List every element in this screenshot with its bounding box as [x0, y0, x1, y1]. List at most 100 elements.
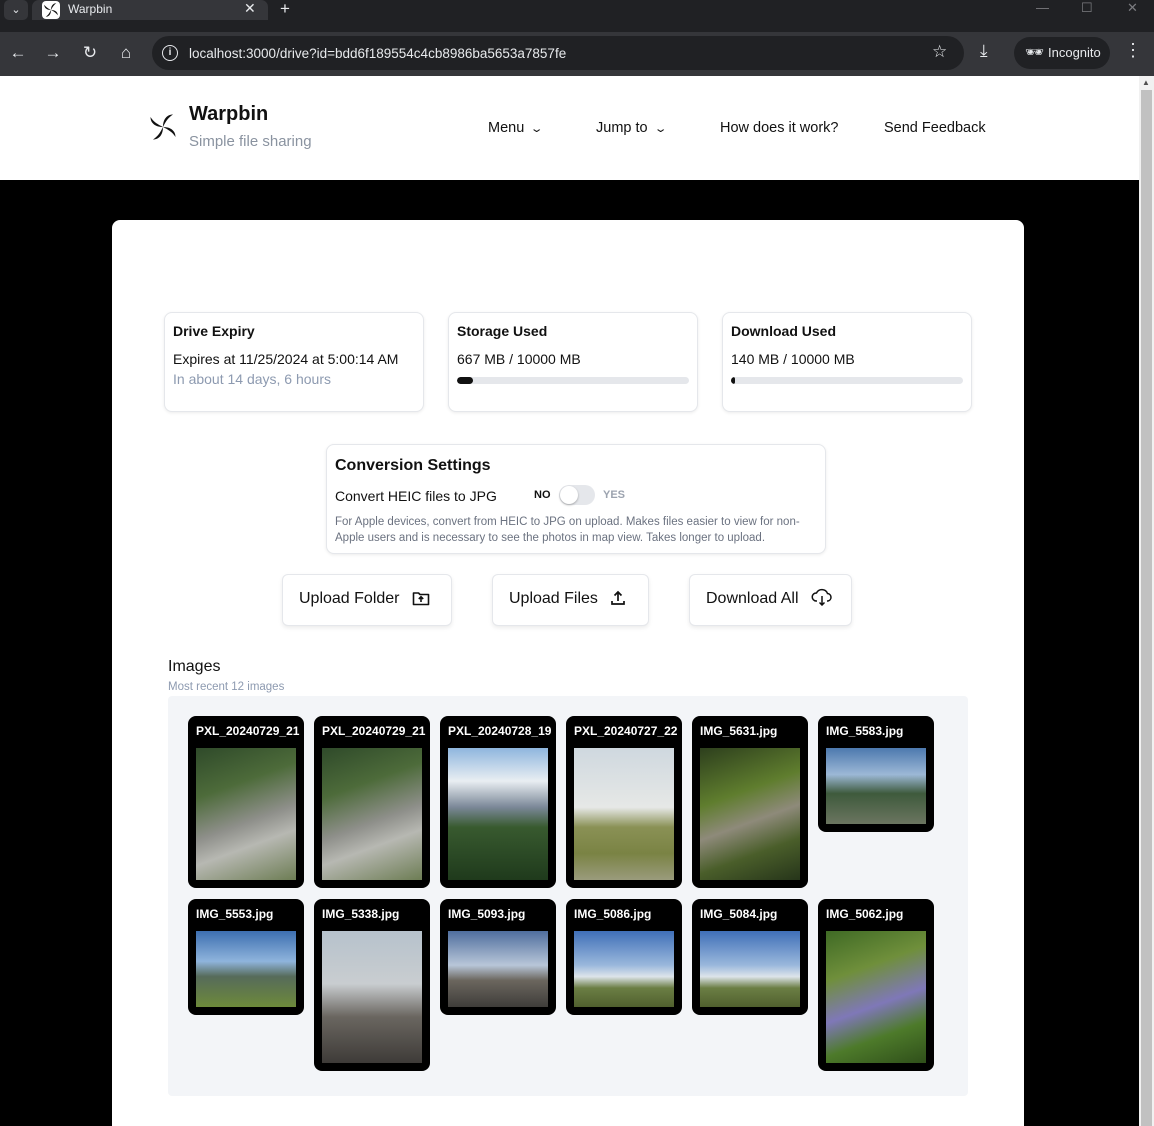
image-thumbnail[interactable] [700, 931, 800, 1007]
download-progress-bar [731, 377, 963, 384]
toggle-yes-label: YES [603, 489, 626, 501]
nav-jump-to-label: Jump to [596, 120, 648, 136]
image-tile[interactable]: IMG_5084.jpg [692, 899, 808, 1015]
scrollbar-thumb[interactable] [1141, 90, 1152, 1126]
incognito-icon: 🕶 [1025, 44, 1045, 61]
address-bar[interactable]: i localhost:3000/drive?id=bdd6f189554c4c… [152, 36, 964, 70]
new-tab-icon[interactable]: + [280, 0, 290, 19]
image-thumbnail[interactable] [826, 931, 926, 1063]
storage-progress-bar [457, 377, 689, 384]
upload-folder-label: Upload Folder [299, 590, 400, 607]
page-scrollbar[interactable]: ▲ [1139, 76, 1154, 1126]
back-arrow-icon[interactable]: ← [6, 41, 30, 65]
image-thumbnail[interactable] [826, 748, 926, 824]
image-thumbnail[interactable] [196, 748, 296, 880]
warpbin-favicon-icon [42, 1, 60, 19]
scroll-up-arrow-icon[interactable]: ▲ [1142, 78, 1150, 87]
storage-used-panel: Storage Used 667 MB / 10000 MB [448, 312, 698, 412]
download-icon[interactable]: ⤓ [980, 41, 988, 61]
image-thumbnail[interactable] [196, 931, 296, 1007]
drive-expiry-relative: In about 14 days, 6 hours [173, 371, 331, 387]
image-tile[interactable]: IMG_5086.jpg [566, 899, 682, 1015]
nav-menu-label: Menu [488, 120, 525, 136]
image-tile-name: IMG_5631.jpg [700, 724, 778, 738]
image-tile[interactable]: PXL_20240729_21 [314, 716, 430, 888]
warpbin-logo-icon[interactable] [148, 112, 178, 142]
image-tile[interactable]: IMG_5553.jpg [188, 899, 304, 1015]
window-close-icon[interactable]: ✕ [1127, 0, 1138, 16]
download-progress-fill [731, 377, 735, 384]
upload-folder-button[interactable]: Upload Folder [282, 574, 452, 626]
image-tile-name: IMG_5338.jpg [322, 907, 400, 921]
image-tile-name: PXL_20240729_21 [196, 724, 300, 738]
tab-search-button[interactable]: ⌄ [4, 0, 28, 20]
image-tile[interactable]: IMG_5062.jpg [818, 899, 934, 1071]
bookmark-star-icon[interactable]: ☆ [932, 42, 947, 62]
image-thumbnail[interactable] [700, 748, 800, 880]
images-heading: Images [168, 658, 221, 675]
tab-title: Warpbin [68, 2, 113, 16]
more-menu-icon[interactable]: ⋮ [1124, 40, 1142, 61]
drive-expiry-panel: Drive Expiry Expires at 11/25/2024 at 5:… [164, 312, 424, 412]
upload-icon [611, 590, 626, 605]
image-tile-name: IMG_5553.jpg [196, 907, 274, 921]
cloud-download-icon [811, 588, 832, 606]
chevron-down-icon: ⌄ [653, 123, 668, 135]
image-tile[interactable]: PXL_20240729_21 [188, 716, 304, 888]
incognito-label: Incognito [1048, 45, 1101, 60]
image-thumbnail[interactable] [322, 931, 422, 1063]
browser-tab-strip: ⌄ Warpbin ✕ + — ☐ ✕ [0, 0, 1154, 32]
site-header: Warpbin Simple file sharing Menu ⌄ Jump t… [0, 76, 1139, 180]
upload-files-button[interactable]: Upload Files [492, 574, 649, 626]
image-tile[interactable]: IMG_5093.jpg [440, 899, 556, 1015]
browser-tab[interactable]: Warpbin ✕ [32, 0, 268, 20]
incognito-badge[interactable]: 🕶 Incognito [1014, 37, 1110, 69]
image-tile-name: PXL_20240729_21 [322, 724, 426, 738]
image-tile-name: IMG_5093.jpg [448, 907, 526, 921]
conversion-settings-panel: Conversion Settings Convert HEIC files t… [326, 444, 826, 554]
nav-jump-to[interactable]: Jump to ⌄ [596, 120, 668, 136]
brand-tagline: Simple file sharing [189, 133, 312, 150]
nav-send-feedback[interactable]: Send Feedback [884, 120, 986, 136]
image-tile-name: IMG_5086.jpg [574, 907, 652, 921]
site-info-icon[interactable]: i [162, 45, 178, 61]
image-tile[interactable]: PXL_20240728_19 [440, 716, 556, 888]
nav-menu[interactable]: Menu ⌄ [488, 120, 544, 136]
convert-heic-label: Convert HEIC files to JPG [335, 488, 497, 504]
browser-toolbar: ← → ↻ ⌂ i localhost:3000/drive?id=bdd6f1… [0, 32, 1154, 76]
maximize-icon[interactable]: ☐ [1081, 0, 1093, 16]
conversion-description: For Apple devices, convert from HEIC to … [335, 516, 800, 544]
image-tile-name: PXL_20240727_22 [574, 724, 678, 738]
download-used-title: Download Used [731, 323, 837, 339]
image-thumbnail[interactable] [448, 931, 548, 1007]
page-viewport: Warpbin Simple file sharing Menu ⌄ Jump t… [0, 76, 1139, 1126]
download-all-label: Download All [706, 590, 799, 607]
brand-name[interactable]: Warpbin [189, 103, 268, 126]
nav-how-it-works[interactable]: How does it work? [720, 120, 838, 136]
minimize-icon[interactable]: — [1036, 0, 1049, 15]
image-tile-name: PXL_20240728_19 [448, 724, 552, 738]
drive-expiry-title: Drive Expiry [173, 323, 255, 339]
home-icon[interactable]: ⌂ [114, 41, 138, 65]
chevron-down-icon: ⌄ [529, 123, 544, 135]
image-tile-name: IMG_5583.jpg [826, 724, 904, 738]
image-tile[interactable]: PXL_20240727_22 [566, 716, 682, 888]
image-thumbnail[interactable] [574, 931, 674, 1007]
image-thumbnail[interactable] [448, 748, 548, 880]
forward-arrow-icon[interactable]: → [41, 41, 65, 65]
image-thumbnail[interactable] [574, 748, 674, 880]
download-all-button[interactable]: Download All [689, 574, 852, 626]
image-tile[interactable]: IMG_5583.jpg [818, 716, 934, 832]
image-tile[interactable]: IMG_5631.jpg [692, 716, 808, 888]
image-thumbnail[interactable] [322, 748, 422, 880]
storage-used-value: 667 MB / 10000 MB [457, 351, 581, 367]
image-gallery: PXL_20240729_21 PXL_20240729_21 PXL_202407… [168, 696, 968, 1096]
reload-icon[interactable]: ↻ [78, 41, 102, 65]
url-text[interactable]: localhost:3000/drive?id=bdd6f189554c4cb8… [189, 46, 566, 61]
convert-heic-toggle[interactable] [559, 485, 595, 505]
toggle-knob [560, 486, 578, 504]
upload-files-label: Upload Files [509, 590, 598, 607]
image-tile[interactable]: IMG_5338.jpg [314, 899, 430, 1071]
image-tile-name: IMG_5084.jpg [700, 907, 778, 921]
close-icon[interactable]: ✕ [244, 0, 256, 17]
